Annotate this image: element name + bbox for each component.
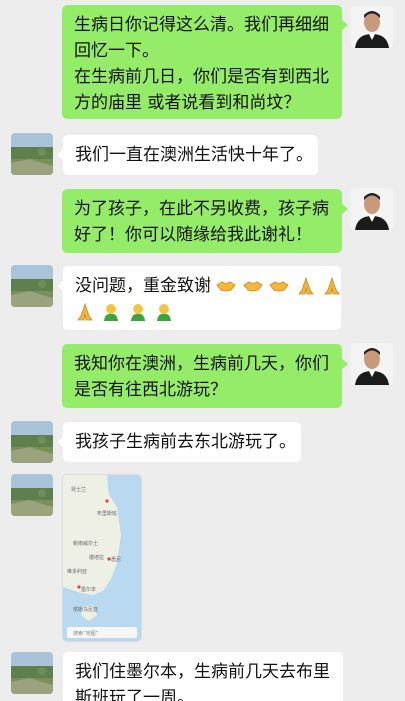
message-text: 我孩子生病前去东北游玩了。 — [75, 432, 296, 452]
message-text: 我们一直在澳洲生活快十年了。 — [75, 145, 313, 165]
message-text: 为了孩子，在此不另收费，孩子病 — [74, 199, 329, 219]
message-text: 是否有往西北游玩？ — [74, 380, 227, 400]
message-text: 好了！你可以随缘给我此谢礼！ — [74, 225, 312, 245]
message-text: 方的庙里 或者说看到和尚坟？ — [74, 93, 301, 113]
map-label: 塔斯马尼亚 — [73, 606, 98, 613]
message-bubble-self[interactable]: 生病日你记得这么清。我们再细细 回忆一下。 在生病前几日，你们是否有到西北 方的… — [62, 5, 348, 119]
person-emoji — [104, 304, 119, 321]
self-avatar[interactable] — [351, 188, 393, 230]
contact-avatar[interactable] — [11, 265, 53, 307]
contact-avatar[interactable] — [11, 133, 53, 175]
contact-avatar[interactable] — [11, 474, 53, 516]
message-bubble-contact[interactable]: 我孩子生病前去东北游玩了。 — [57, 422, 301, 462]
message-text: 生病日你记得这么清。我们再细细 — [74, 15, 329, 35]
message-bubble-self[interactable]: 我知你在澳洲，生病前几天，你们 是否有往西北游玩？ — [62, 344, 348, 408]
map-label: 维多利亚 — [67, 568, 87, 575]
person-emoji — [157, 304, 172, 321]
message-text: 回忆一下。 — [74, 41, 159, 61]
map-screenshot-message[interactable]: 昆士兰 布里斯班 新南威尔士 堪培拉 悉尼 维多利亚 墨尔本 塔斯马尼亚 搜索“… — [62, 474, 142, 642]
handshake-emoji — [269, 281, 289, 292]
person-emoji — [130, 304, 145, 321]
message-text: 斯班玩了一周。 — [75, 688, 194, 701]
self-avatar[interactable] — [351, 343, 393, 385]
handshake-emoji — [216, 281, 237, 292]
map-label: 墨尔本 — [81, 586, 96, 593]
message-text: 我知你在澳洲，生病前几天，你们 — [74, 354, 329, 374]
message-text-row: 没问题，重金致谢 — [75, 273, 340, 299]
map-label: 新南威尔士 — [73, 540, 98, 547]
handshake-emoji — [243, 281, 263, 292]
map-label: 堪培拉 — [89, 554, 104, 561]
map-search-placeholder: 搜索“地图” — [73, 630, 99, 637]
contact-avatar[interactable] — [11, 421, 53, 463]
pray-emoji — [297, 276, 314, 295]
message-bubble-contact[interactable]: 没问题，重金致谢 — [57, 266, 341, 330]
map-label: 昆士兰 — [71, 486, 86, 493]
message-bubble-contact[interactable]: 我们住墨尔本，生病前几天去布里 斯班玩了一周。 — [63, 652, 343, 701]
pray-emoji — [324, 276, 340, 295]
message-bubble-contact[interactable]: 我们一直在澳洲生活快十年了。 — [57, 135, 318, 175]
map-image: 昆士兰 布里斯班 新南威尔士 堪培拉 悉尼 维多利亚 墨尔本 塔斯马尼亚 搜索“… — [63, 475, 141, 641]
map-label: 悉尼 — [111, 556, 121, 563]
message-text: 在生病前几日，你们是否有到西北 — [74, 67, 329, 87]
message-text: 没问题，重金致谢 — [75, 276, 211, 296]
message-bubble-self[interactable]: 为了孩子，在此不另收费，孩子病 好了！你可以随缘给我此谢礼！ — [62, 189, 348, 253]
message-text: 我们住墨尔本，生病前几天去布里 — [75, 662, 330, 682]
self-avatar[interactable] — [351, 6, 393, 48]
emoji-row — [75, 299, 329, 325]
pray-emoji — [77, 302, 93, 321]
contact-avatar[interactable] — [11, 652, 53, 694]
map-label: 布里斯班 — [97, 510, 117, 517]
